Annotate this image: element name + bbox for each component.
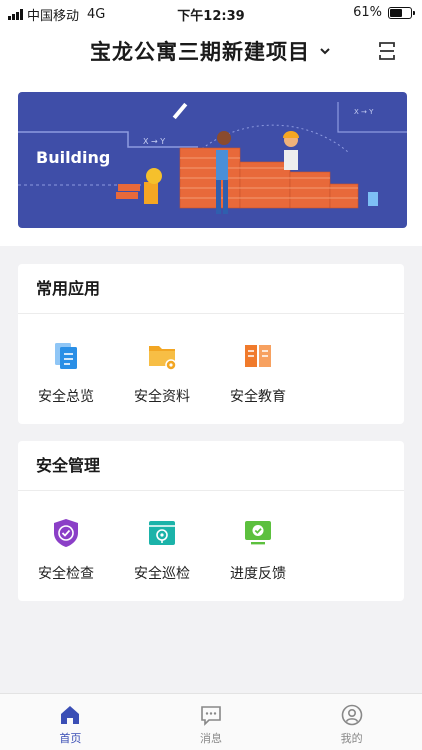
project-selector[interactable]: 宝龙公寓三期新建项目 [0,36,422,66]
message-icon [201,706,221,726]
book-icon [245,345,271,367]
chevron-down-icon [320,48,330,55]
folder-icon [149,346,177,371]
document-copy-icon [55,343,77,369]
common-apps-grid: 安全总览 安全资料 安全教育 [18,314,404,406]
banner[interactable]: X → Y X → Y Building [18,92,407,228]
app-safety-patrol[interactable]: 安全巡检 [114,491,210,583]
tab-label: 首页 [59,732,82,745]
tab-profile[interactable]: 我的 [281,694,422,750]
common-apps-card: 常用应用 安全总览 安全资料 安全教育 [18,264,404,424]
tab-messages[interactable]: 消息 [141,694,282,750]
safety-management-card: 安全管理 安全检查 安全巡检 进度反馈 [18,441,404,601]
banner-text: Building [36,148,111,167]
scan-icon[interactable] [378,41,396,61]
shield-check-icon [54,519,78,547]
svg-text:X → Y: X → Y [143,137,165,146]
app-safety-overview[interactable]: 安全总览 [18,314,114,406]
patrol-screen-icon [149,521,175,545]
app-label: 安全检查 [38,566,94,582]
tab-label: 消息 [200,732,222,745]
app-label: 安全教育 [230,389,286,405]
bottom-tab-bar: 首页 消息 我的 [0,693,422,750]
tab-label: 我的 [340,732,363,745]
app-label: 安全总览 [38,389,94,405]
app-header: 宝龙公寓三期新建项目 [0,26,422,80]
monitor-check-icon [245,521,271,545]
banner-section: X → Y X → Y Building [0,80,422,246]
home-icon [61,706,80,724]
app-safety-inspection[interactable]: 安全检查 [18,491,114,583]
tab-home[interactable]: 首页 [0,694,141,750]
user-icon [341,704,362,726]
safety-management-grid: 安全检查 安全巡检 进度反馈 [18,491,404,583]
app-progress-feedback[interactable]: 进度反馈 [210,491,306,583]
svg-text:X → Y: X → Y [354,108,374,116]
battery-icon [388,6,415,19]
safety-management-title: 安全管理 [18,441,404,491]
app-safety-documents[interactable]: 安全资料 [114,314,210,406]
app-label: 安全资料 [134,389,190,405]
app-label: 进度反馈 [230,566,286,582]
page-title: 宝龙公寓三期新建项目 [90,40,310,64]
battery-percent: 61% [353,5,382,20]
common-apps-title: 常用应用 [18,264,404,314]
status-bar: 中国移动 4G 下午12:39 61% [0,0,422,26]
app-label: 安全巡检 [134,566,190,582]
app-safety-education[interactable]: 安全教育 [210,314,306,406]
